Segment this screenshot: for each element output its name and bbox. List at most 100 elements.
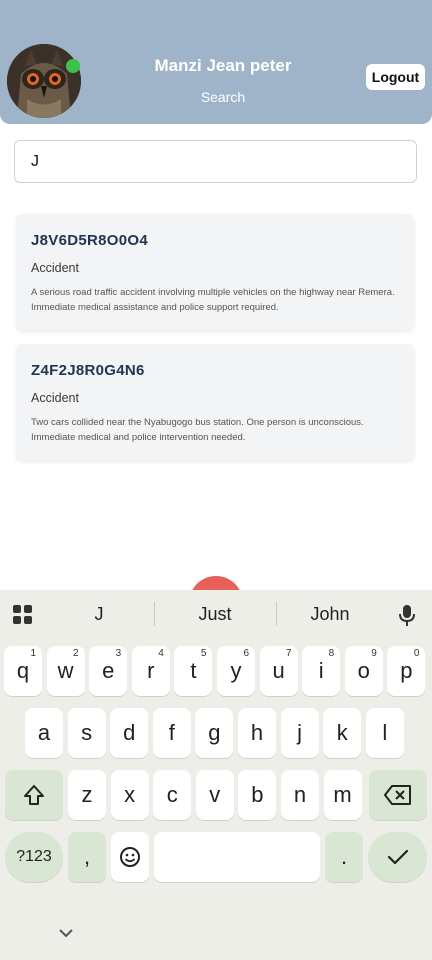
key-label: j	[297, 720, 303, 745]
key-z[interactable]: z	[68, 770, 106, 820]
key-hint: 5	[200, 648, 207, 659]
key-c[interactable]: c	[153, 770, 192, 820]
key-label: u	[272, 658, 285, 683]
key-label: z	[81, 782, 93, 807]
soft-keyboard: J Just John ?123 , . q 1 w 2 e 3 r 4 t 5…	[0, 590, 432, 960]
enter-key[interactable]	[368, 832, 427, 882]
incident-type: Accident	[31, 261, 79, 275]
key-label: s	[81, 720, 93, 745]
key-label: h	[250, 720, 264, 745]
key-label: t	[190, 658, 197, 683]
divider	[154, 602, 155, 626]
incident-id: J8V6D5R8O0O4	[31, 232, 149, 249]
key-e[interactable]: e3	[89, 646, 128, 696]
logout-button[interactable]: Logout	[366, 64, 425, 90]
key-w[interactable]: w2	[46, 646, 85, 696]
key-q[interactable]: q1	[4, 646, 42, 696]
incident-card[interactable]: J8V6D5R8O0O4 Accident A serious road tra…	[16, 214, 414, 330]
online-status-indicator	[66, 59, 80, 73]
key-label: l	[382, 720, 388, 745]
apps-grid-icon[interactable]	[13, 605, 33, 625]
microphone-icon[interactable]	[397, 603, 417, 627]
key-b[interactable]: b	[238, 770, 277, 820]
incident-card[interactable]: Z4F2J8R0G4N6 Accident Two cars collided …	[16, 344, 414, 460]
key-o[interactable]: o9	[344, 646, 383, 696]
key-hint: 2	[73, 648, 79, 659]
shift-key[interactable]	[5, 770, 63, 820]
key-h[interactable]: h	[238, 708, 276, 758]
hide-keyboard-chevron-icon[interactable]	[56, 926, 76, 940]
key-label: p	[400, 658, 413, 683]
suggestion-bar: J Just John	[0, 590, 432, 638]
key-label: q	[16, 658, 30, 683]
key-label: c	[166, 782, 178, 807]
key-n[interactable]: n	[281, 770, 319, 820]
page-title: Search	[200, 89, 246, 105]
key-t[interactable]: t5	[174, 646, 213, 696]
key-hint: 3	[115, 648, 122, 659]
key-label: x	[124, 782, 136, 807]
incident-description: Two cars collided near the Nyabugogo bus…	[31, 417, 364, 443]
suggestion-1[interactable]: J	[49, 604, 149, 625]
key-y[interactable]: y6	[217, 646, 255, 696]
key-label: d	[123, 720, 136, 745]
backspace-key[interactable]	[369, 770, 427, 820]
suggestion-2[interactable]: Just	[165, 604, 265, 625]
key-d[interactable]: d	[110, 708, 149, 758]
key-j[interactable]: j	[280, 708, 319, 758]
key-label: i	[318, 658, 324, 683]
key-f[interactable]: f	[152, 708, 191, 758]
key-r[interactable]: r4	[131, 646, 170, 696]
key-label: e	[102, 658, 115, 683]
key-label: k	[336, 720, 348, 745]
key-k[interactable]: k	[323, 708, 362, 758]
emoji-icon	[120, 847, 140, 867]
app-header: Manzi Jean peter Search Logout	[0, 0, 432, 124]
key-hint: 1	[30, 648, 36, 659]
avatar[interactable]	[7, 44, 81, 118]
key-hint: 8	[328, 648, 335, 659]
key-l[interactable]: l	[365, 708, 404, 758]
incident-description: A serious road traffic accident involvin…	[31, 287, 395, 313]
divider	[276, 602, 277, 626]
key-i[interactable]: i8	[302, 646, 341, 696]
incident-id: Z4F2J8R0G4N6	[31, 362, 145, 379]
incident-type: Accident	[31, 391, 79, 405]
key-m[interactable]: m	[323, 770, 362, 820]
key-label: y	[230, 658, 242, 683]
key-v[interactable]: v	[195, 770, 234, 820]
key-hint: 7	[286, 648, 292, 659]
key-x[interactable]: x	[110, 770, 149, 820]
key-hint: 6	[243, 648, 249, 659]
key-label: o	[357, 658, 370, 683]
emoji-key[interactable]	[111, 832, 149, 882]
app-screen: Manzi Jean peter Search Logout J J8V6D5R…	[0, 0, 432, 960]
suggestion-3[interactable]: John	[280, 604, 380, 625]
key-label: b	[251, 782, 264, 807]
key-u[interactable]: u7	[259, 646, 298, 696]
key-hint: 0	[413, 648, 420, 659]
space-key[interactable]	[154, 832, 320, 882]
key-label: v	[209, 782, 221, 807]
key-hint: 9	[371, 648, 377, 659]
key-label: a	[37, 720, 51, 745]
key-p[interactable]: p0	[387, 646, 426, 696]
user-name: Manzi Jean peter	[154, 56, 292, 75]
key-label: f	[168, 720, 175, 745]
key-hint: 4	[158, 648, 164, 659]
key-label: g	[208, 720, 221, 745]
key-label: n	[293, 782, 307, 807]
backspace-icon	[384, 785, 411, 805]
checkmark-icon	[387, 849, 408, 865]
key-label: w	[57, 658, 74, 683]
period-key[interactable]: .	[325, 832, 363, 882]
key-s[interactable]: s	[67, 708, 106, 758]
key-label: r	[147, 658, 155, 683]
shift-icon	[24, 785, 44, 805]
comma-key[interactable]: ,	[68, 832, 106, 882]
search-input[interactable]: J	[14, 140, 417, 183]
key-g[interactable]: g	[195, 708, 234, 758]
owl-photo	[7, 44, 81, 118]
key-a[interactable]: a	[25, 708, 63, 758]
symbols-key[interactable]: ?123	[5, 832, 63, 882]
